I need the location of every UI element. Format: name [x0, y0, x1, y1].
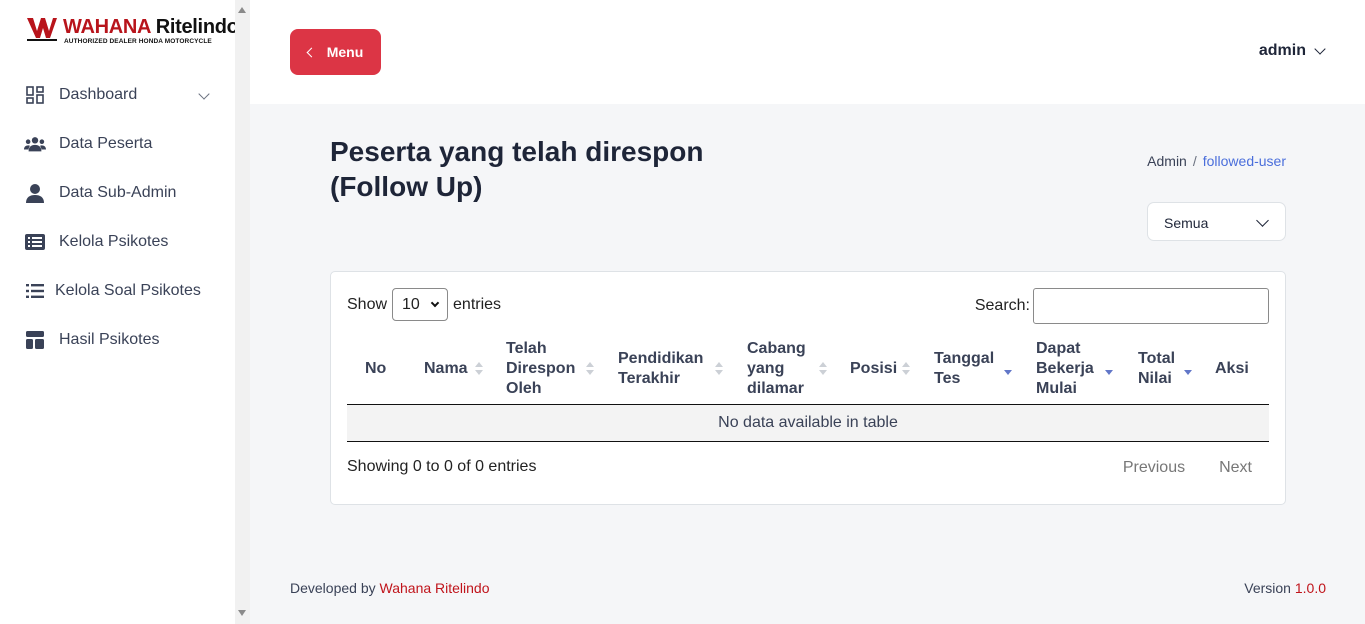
column-header-tanggal-tes[interactable]: Tanggal Tes: [934, 334, 1000, 404]
column-header-posisi[interactable]: Posisi: [850, 334, 897, 404]
footer-company-link[interactable]: Wahana Ritelindo: [380, 580, 490, 596]
sidebar-item-label: Data Sub-Admin: [59, 184, 177, 201]
chevron-down-icon: [1256, 214, 1269, 227]
list-icon: [24, 281, 46, 301]
sidebar-item-hasil-psikotes[interactable]: Hasil Psikotes: [24, 328, 159, 352]
sidebar: WAHANA Ritelindo AUTHORIZED DEALER HONDA…: [0, 0, 239, 624]
sidebar-item-label: Data Peserta: [59, 135, 153, 152]
user-menu[interactable]: admin: [1258, 42, 1326, 60]
chevron-left-icon: [306, 47, 317, 57]
list-box-icon: [24, 232, 46, 252]
next-button[interactable]: Next: [1219, 459, 1252, 476]
sidebar-scrollbar[interactable]: [235, 0, 250, 624]
footer-version-label: Version: [1244, 580, 1291, 596]
search-label: Search:: [974, 297, 1030, 314]
menu-button-label: Menu: [326, 44, 364, 60]
brand-tagline: AUTHORIZED DEALER HONDA MOTORCYCLE: [64, 38, 212, 45]
column-header-cabang-yang-dilamar[interactable]: Cabang yang dilamar: [747, 334, 813, 404]
sidebar-item-label: Kelola Psikotes: [59, 233, 169, 250]
top-header: Menu admin: [250, 0, 1365, 104]
entries-per-page-select[interactable]: 10: [392, 288, 449, 321]
sidebar-item-label: Dashboard: [59, 86, 138, 103]
chevron-down-icon: [430, 298, 440, 308]
column-header-aksi: Aksi: [1215, 334, 1249, 404]
chevron-down-icon: [1314, 43, 1326, 55]
menu-button[interactable]: Menu: [290, 29, 381, 75]
wahana-logo-icon: [27, 18, 57, 41]
search-input[interactable]: [1033, 288, 1269, 324]
column-label: Telah Direspon Oleh: [506, 340, 576, 397]
sort-icon: [819, 362, 827, 376]
column-header-total-nilai[interactable]: Total Nilai: [1138, 334, 1180, 404]
breadcrumb-current[interactable]: followed-user: [1203, 153, 1286, 169]
column-label: Cabang yang dilamar: [747, 340, 806, 397]
table-card: Show 10 entries Search: No Nama Telah Di…: [330, 271, 1286, 505]
table-empty-row: No data available in table: [347, 405, 1269, 442]
sidebar-item-label: Kelola Soal Psikotes: [55, 282, 201, 299]
breadcrumb-home[interactable]: Admin: [1147, 153, 1187, 169]
filter-select-value: Semua: [1164, 215, 1209, 231]
brand-dark: Ritelindo: [155, 16, 239, 38]
page-title: Peserta yang telah direspon (Follow Up): [330, 136, 704, 202]
sidebar-item-dashboard[interactable]: Dashboard: [24, 83, 210, 107]
breadcrumb: Admin / followed-user: [1147, 153, 1286, 169]
sort-icon: [902, 362, 910, 376]
users-group-icon: [24, 134, 46, 154]
scroll-up-arrow-icon[interactable]: [238, 7, 246, 13]
dashboard-grid-icon: [24, 85, 46, 105]
sidebar-item-kelola-psikotes[interactable]: Kelola Psikotes: [24, 230, 168, 254]
column-header-nama[interactable]: Nama: [424, 334, 468, 404]
sort-desc-icon: [1004, 362, 1012, 376]
sidebar-item-data-sub-admin[interactable]: Data Sub-Admin: [24, 181, 176, 205]
filter-select[interactable]: Semua: [1147, 202, 1286, 241]
footer-version-number: 1.0.0: [1294, 580, 1326, 596]
table-header: No Nama Telah Direspon Oleh Pendidikan T…: [347, 334, 1269, 405]
column-header-pendidikan-terakhir[interactable]: Pendidikan Terakhir: [618, 334, 712, 404]
previous-button[interactable]: Previous: [1123, 459, 1185, 476]
layout-icon: [24, 330, 46, 350]
logo[interactable]: WAHANA Ritelindo AUTHORIZED DEALER HONDA…: [25, 16, 239, 46]
sort-desc-icon: [1184, 362, 1192, 376]
sort-icon: [586, 362, 594, 376]
pagination: Previous Next: [1089, 459, 1252, 477]
column-label: Total Nilai: [1138, 350, 1176, 387]
column-label: Tanggal Tes: [934, 350, 995, 387]
column-label: Nama: [424, 360, 468, 377]
length-suffix: entries: [453, 295, 502, 313]
entries-length-control: Show 10 entries: [347, 288, 501, 321]
brand-name: WAHANA Ritelindo: [63, 16, 239, 39]
sidebar-item-kelola-soal-psikotes[interactable]: Kelola Soal Psikotes: [24, 279, 201, 303]
chevron-down-icon: [198, 88, 210, 100]
column-label: Posisi: [850, 360, 898, 377]
footer-credit: Developed by Wahana Ritelindo: [290, 580, 490, 596]
column-header-dapat-bekerja-mulai[interactable]: Dapat Bekerja Mulai: [1036, 334, 1100, 404]
column-header-no[interactable]: No: [365, 334, 386, 404]
footer-version: Version 1.0.0: [1244, 580, 1326, 596]
table-search: Search:: [975, 288, 1269, 324]
column-label: No: [365, 360, 387, 377]
column-label: Pendidikan Terakhir: [618, 350, 704, 387]
table-info: Showing 0 to 0 of 0 entries: [347, 458, 537, 475]
empty-message: No data available in table: [718, 414, 898, 431]
entries-per-page-value: 10: [402, 296, 420, 313]
length-prefix: Show: [347, 295, 388, 313]
column-header-telah-direspon-oleh[interactable]: Telah Direspon Oleh: [506, 334, 586, 404]
brand-red: WAHANA: [63, 16, 151, 38]
user-name: admin: [1258, 42, 1306, 59]
scroll-down-arrow-icon[interactable]: [238, 610, 246, 616]
sort-icon: [475, 362, 483, 376]
user-icon: [24, 183, 46, 203]
column-label: Aksi: [1215, 360, 1249, 377]
sort-desc-icon: [1105, 362, 1113, 376]
sidebar-item-label: Hasil Psikotes: [59, 331, 160, 348]
footer-developed-by: Developed by: [290, 580, 376, 596]
breadcrumb-separator: /: [1192, 153, 1197, 169]
column-label: Dapat Bekerja Mulai: [1036, 340, 1094, 397]
sidebar-item-data-peserta[interactable]: Data Peserta: [24, 132, 152, 156]
sort-icon: [715, 362, 723, 376]
